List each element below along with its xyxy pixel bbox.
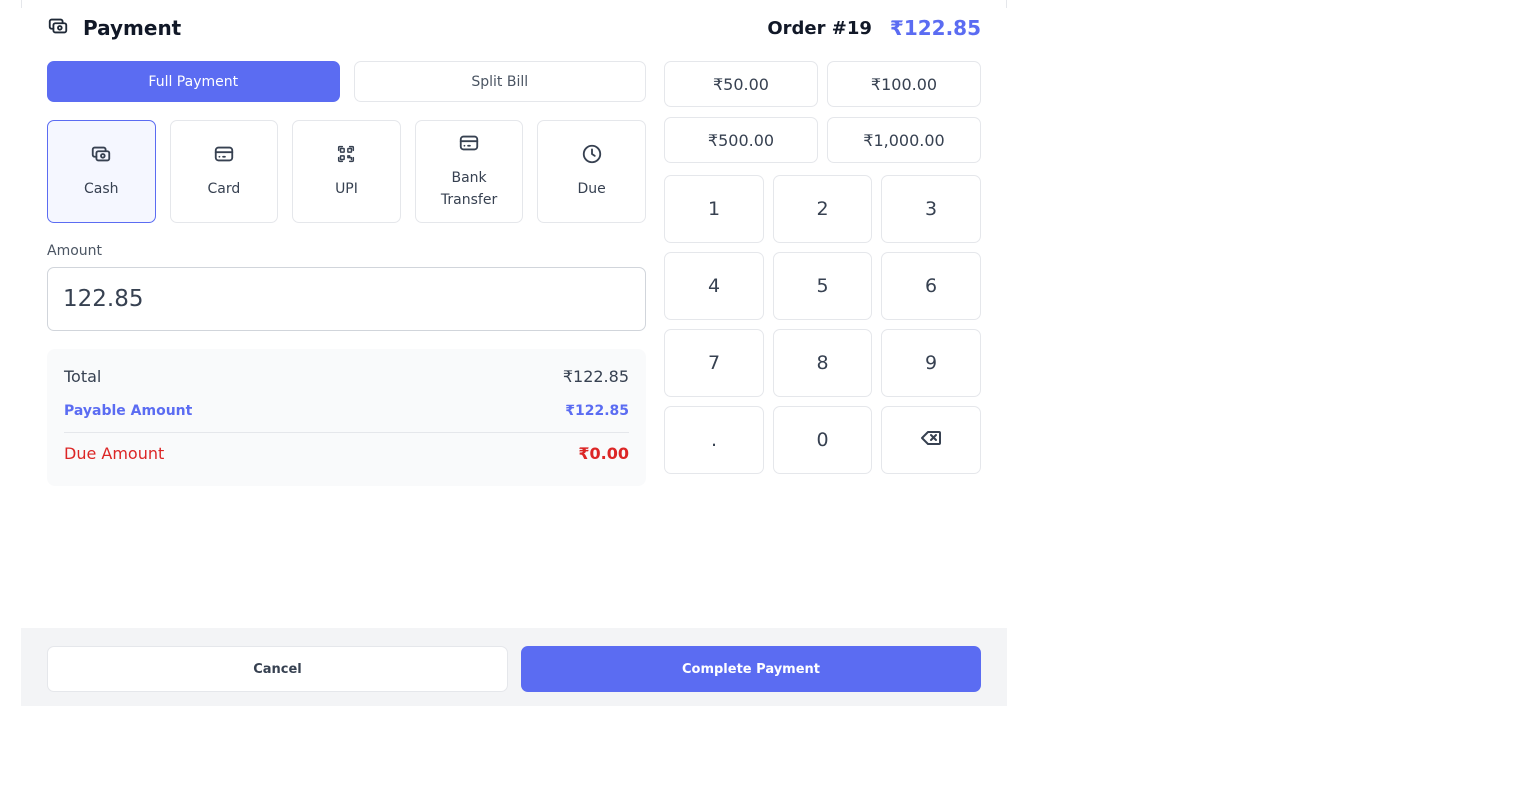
- tab-split-bill[interactable]: Split Bill: [353, 61, 646, 102]
- key-0[interactable]: 0: [773, 406, 872, 474]
- summary-total-row: Total ₹122.85: [64, 367, 629, 386]
- summary-due-row: Due Amount ₹0.00: [64, 444, 629, 463]
- payment-methods: Cash Card UPI Bank Transfer Due: [47, 120, 646, 223]
- payment-type-tabs: Full Payment Split Bill: [47, 61, 646, 102]
- key-2[interactable]: 2: [773, 175, 872, 243]
- bank-card-icon: [458, 132, 480, 161]
- total-value: ₹122.85: [562, 367, 629, 386]
- method-cash[interactable]: Cash: [47, 120, 156, 223]
- method-due[interactable]: Due: [537, 120, 646, 223]
- quick-amounts: ₹50.00 ₹100.00 ₹500.00 ₹1,000.00: [664, 61, 981, 163]
- page-title: Payment: [83, 16, 182, 40]
- method-label-wrap: Bank Transfer: [441, 167, 497, 211]
- key-4[interactable]: 4: [664, 252, 764, 320]
- key-3[interactable]: 3: [881, 175, 981, 243]
- due-value: ₹0.00: [578, 444, 629, 463]
- modal-border-right: [1006, 0, 1007, 8]
- method-label: Card: [207, 181, 241, 197]
- tab-full-payment[interactable]: Full Payment: [47, 61, 340, 102]
- clock-icon: [581, 143, 603, 172]
- quick-amount-button[interactable]: ₹50.00: [664, 61, 818, 107]
- key-6[interactable]: 6: [881, 252, 981, 320]
- cash-icon: [47, 15, 69, 41]
- method-label: Bank: [451, 170, 487, 186]
- payable-value: ₹122.85: [565, 403, 629, 419]
- payment-summary: Total ₹122.85 Payable Amount ₹122.85 Due…: [47, 349, 646, 486]
- cancel-button[interactable]: Cancel: [47, 646, 508, 692]
- order-total: ₹122.85: [889, 16, 981, 40]
- amount-input[interactable]: [47, 267, 646, 331]
- due-label: Due Amount: [64, 444, 165, 463]
- summary-divider: [64, 432, 629, 433]
- key-1[interactable]: 1: [664, 175, 764, 243]
- method-label-line2: Transfer: [440, 192, 498, 208]
- complete-payment-button[interactable]: Complete Payment: [521, 646, 981, 692]
- header-right: Order #19 ₹122.85: [767, 16, 981, 40]
- quick-amount-button[interactable]: ₹1,000.00: [827, 117, 981, 163]
- quick-amount-button[interactable]: ₹500.00: [664, 117, 818, 163]
- key-backspace[interactable]: [881, 406, 981, 474]
- payable-label: Payable Amount: [64, 403, 193, 419]
- method-label: UPI: [335, 181, 358, 197]
- qr-code-icon: [335, 143, 357, 172]
- card-icon: [213, 143, 235, 172]
- total-label: Total: [64, 367, 102, 386]
- header-left: Payment: [47, 15, 181, 41]
- method-card[interactable]: Card: [169, 120, 279, 223]
- numeric-keypad: 1 2 3 4 5 6 7 8 9 . 0: [664, 175, 981, 474]
- modal-footer: Cancel Complete Payment: [21, 628, 1007, 706]
- backspace-icon: [919, 426, 943, 455]
- cash-icon: [90, 143, 112, 172]
- method-label: Due: [577, 181, 606, 197]
- key-5[interactable]: 5: [773, 252, 872, 320]
- modal-header: Payment Order #19 ₹122.85: [47, 14, 981, 42]
- key-decimal[interactable]: .: [664, 406, 764, 474]
- key-9[interactable]: 9: [881, 329, 981, 397]
- modal-border-left: [21, 0, 22, 8]
- quick-amount-button[interactable]: ₹100.00: [827, 61, 981, 107]
- method-label: Cash: [84, 181, 119, 197]
- summary-payable-row: Payable Amount ₹122.85: [64, 403, 629, 419]
- amount-label: Amount: [47, 243, 103, 259]
- method-upi[interactable]: UPI: [292, 120, 401, 223]
- order-number: Order #19: [767, 17, 872, 39]
- method-bank-transfer[interactable]: Bank Transfer: [414, 120, 524, 223]
- key-8[interactable]: 8: [773, 329, 872, 397]
- payment-modal: Payment Order #19 ₹122.85 Full Payment S…: [21, 0, 1007, 706]
- key-7[interactable]: 7: [664, 329, 764, 397]
